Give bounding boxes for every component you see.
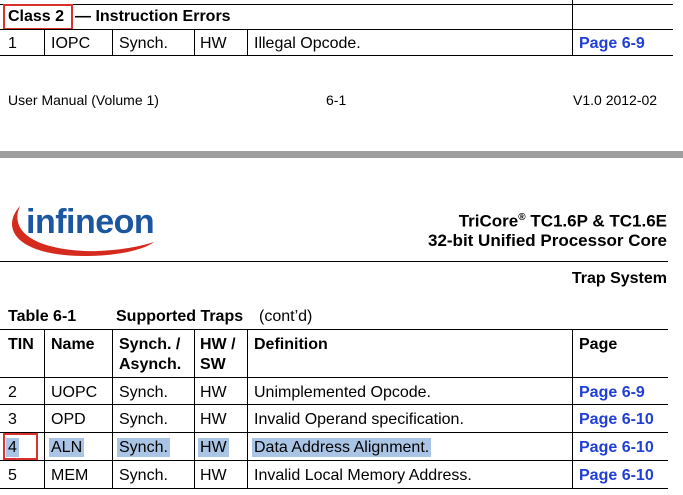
table-caption-cont: (cont’d) [259, 308, 313, 325]
header-page: Page [579, 336, 618, 353]
row-tin: 3 [8, 411, 17, 428]
row-definition: Data Address Alignment. [252, 438, 432, 457]
row-name: MEM [51, 467, 89, 484]
row-page-link[interactable]: Page 6-10 [579, 466, 654, 485]
row-hw: HW [200, 411, 227, 428]
header-tin: TIN [8, 336, 34, 353]
row-hw: HW [200, 467, 227, 484]
row-definition: Invalid Local Memory Address. [254, 467, 472, 484]
product-variants: TC1.6P & TC1.6E [525, 211, 667, 231]
class-title: — Instruction Errors [75, 8, 231, 25]
section-title: Trap System [571, 270, 667, 287]
header-hw-line2: SW [200, 356, 226, 373]
header-hw-line1: HW / [200, 336, 236, 353]
annotation-box-tin [3, 433, 38, 460]
product-title-line2: 32-bit Unified Processor Core [427, 231, 667, 250]
row-hw: HW [200, 384, 227, 401]
product-name: TriCore [458, 211, 519, 231]
table-caption-number: Table 6-1 [8, 308, 77, 325]
annotation-box-class [3, 4, 73, 30]
row-hw: HW [198, 438, 229, 457]
row-tin: 2 [8, 384, 17, 401]
infineon-logo: infineon [6, 198, 156, 260]
row-page-link[interactable]: Page 6-10 [579, 410, 654, 429]
row-name: UOPC [51, 384, 98, 401]
header-definition: Definition [254, 336, 328, 353]
row-tin: 5 [8, 467, 17, 484]
row-name: OPD [51, 411, 86, 428]
footer-manual: User Manual (Volume 1) [8, 92, 159, 108]
registered-mark: ® [518, 212, 526, 223]
row-sync: Synch. [117, 438, 170, 457]
product-title-line1: TriCore® TC1.6P & TC1.6E [459, 208, 667, 232]
logo-wordmark: infineon [26, 203, 155, 241]
footer-page-number: 6-1 [326, 92, 347, 108]
header-name: Name [51, 336, 95, 353]
row-sync: Synch. [119, 384, 168, 401]
row-definition: Invalid Operand specification. [254, 411, 464, 428]
row-sync: Synch. [119, 411, 168, 428]
header-sync-line1: Synch. / [119, 336, 181, 353]
row-sync: Synch. [119, 467, 168, 484]
row-page-link[interactable]: Page 6-9 [579, 383, 645, 402]
header-sync-line2: Asynch. [119, 356, 182, 373]
top-row-sync: Synch. [119, 35, 168, 52]
top-row-definition: Illegal Opcode. [254, 35, 361, 52]
row-name: ALN [49, 438, 85, 457]
top-row-tin: 1 [8, 35, 17, 52]
table-caption-title: Supported Traps [116, 308, 244, 325]
row-definition: Unimplemented Opcode. [254, 384, 431, 401]
top-row-name: IOPC [51, 35, 91, 52]
row-page-link[interactable]: Page 6-10 [579, 438, 654, 457]
page-separator [0, 151, 683, 158]
top-row-page-link[interactable]: Page 6-9 [579, 34, 645, 53]
footer-version: V1.0 2012-02 [573, 92, 658, 108]
top-row-hw: HW [200, 35, 227, 52]
